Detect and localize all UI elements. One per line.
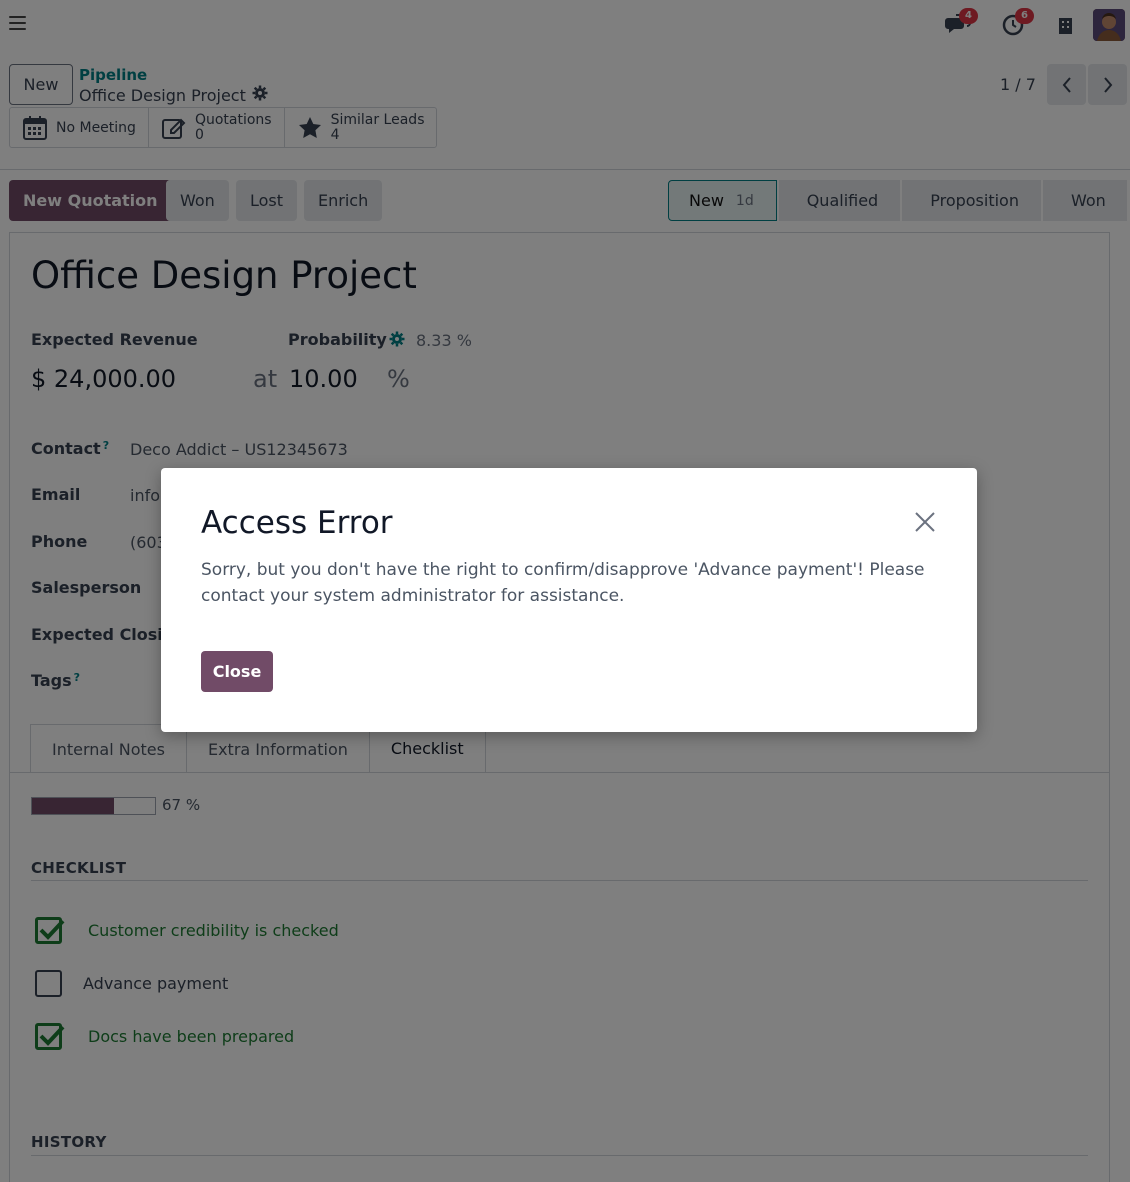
dialog-close-button[interactable]: Close	[201, 651, 273, 692]
dialog-title: Access Error	[201, 505, 393, 541]
close-icon[interactable]	[913, 510, 937, 534]
access-error-dialog: Access Error Sorry, but you don't have t…	[161, 468, 977, 732]
dialog-message: Sorry, but you don't have the right to c…	[201, 560, 925, 606]
